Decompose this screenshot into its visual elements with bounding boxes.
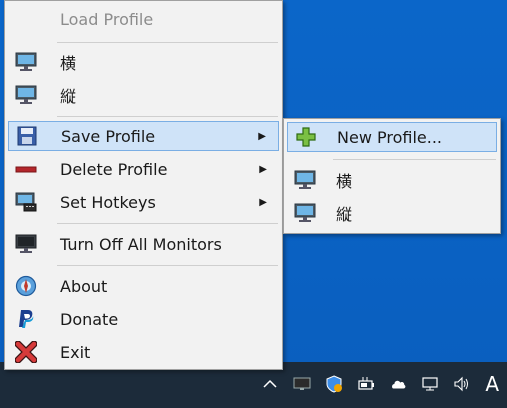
menu-item-set-hotkeys[interactable]: Set Hotkeys ▶ <box>8 187 279 217</box>
menu-item-delete-profile[interactable]: Delete Profile ▶ <box>8 154 279 184</box>
red-x-icon <box>14 340 38 364</box>
menu-item-load-profile: Load Profile <box>8 4 279 34</box>
shield-icon[interactable] <box>325 375 343 393</box>
menu-item-label: Turn Off All Monitors <box>60 234 222 254</box>
submenu-item-profile-portrait[interactable]: 縦 <box>287 198 497 228</box>
menu-item-label: Load Profile <box>60 9 154 29</box>
menu-item-about[interactable]: About <box>8 271 279 301</box>
monitor-icon <box>14 83 38 107</box>
submenu-item-label: New Profile... <box>337 127 442 147</box>
green-plus-icon <box>294 125 318 149</box>
ime-indicator[interactable]: A <box>485 374 499 394</box>
menu-item-label: Save Profile <box>61 126 156 146</box>
monitor-icon <box>293 168 317 192</box>
tray-context-menu: Load Profile 横 縦 Save Profile ▶ Delete P… <box>4 0 283 370</box>
menu-separator <box>57 223 278 224</box>
submenu-arrow-icon: ▶ <box>259 163 267 175</box>
menu-separator <box>57 116 278 117</box>
menu-item-save-profile[interactable]: Save Profile ▶ <box>8 121 279 151</box>
submenu-arrow-icon: ▶ <box>259 196 267 208</box>
minus-icon <box>14 157 38 181</box>
menu-item-profile-landscape[interactable]: 横 <box>8 47 279 77</box>
menu-item-label: Set Hotkeys <box>60 192 156 212</box>
system-tray: A <box>261 370 499 398</box>
save-profile-submenu: New Profile... 横 縦 <box>283 118 501 234</box>
menu-separator <box>57 265 278 266</box>
network-icon[interactable] <box>421 375 439 393</box>
monitor-tray-icon[interactable] <box>293 375 311 393</box>
submenu-arrow-icon: ▶ <box>258 130 266 142</box>
menu-separator <box>57 42 278 43</box>
paypal-icon <box>14 307 38 331</box>
monitor-icon <box>14 50 38 74</box>
menu-item-label: Donate <box>60 309 119 329</box>
menu-item-label: Exit <box>60 342 91 362</box>
globe-icon <box>14 274 38 298</box>
menu-item-exit[interactable]: Exit <box>8 337 279 367</box>
menu-item-label: 縦 <box>60 87 77 106</box>
menu-item-label: 横 <box>60 54 77 73</box>
battery-plug-icon[interactable] <box>357 375 375 393</box>
monitor-icon <box>293 201 317 225</box>
menu-separator <box>333 159 496 160</box>
menu-item-label: About <box>60 276 108 296</box>
submenu-item-new-profile[interactable]: New Profile... <box>287 122 497 152</box>
floppy-disk-icon <box>15 124 39 148</box>
menu-item-label: Delete Profile <box>60 159 168 179</box>
monitor-off-icon <box>14 232 38 256</box>
onedrive-cloud-icon[interactable] <box>389 375 407 393</box>
chevron-up-icon[interactable] <box>261 375 279 393</box>
menu-item-donate[interactable]: Donate <box>8 304 279 334</box>
monitor-keyboard-icon <box>14 190 38 214</box>
submenu-item-profile-landscape[interactable]: 横 <box>287 165 497 195</box>
menu-item-profile-portrait[interactable]: 縦 <box>8 80 279 110</box>
submenu-item-label: 縦 <box>336 205 353 224</box>
submenu-item-label: 横 <box>336 172 353 191</box>
menu-item-turn-off-monitors[interactable]: Turn Off All Monitors <box>8 229 279 259</box>
volume-icon[interactable] <box>453 375 471 393</box>
